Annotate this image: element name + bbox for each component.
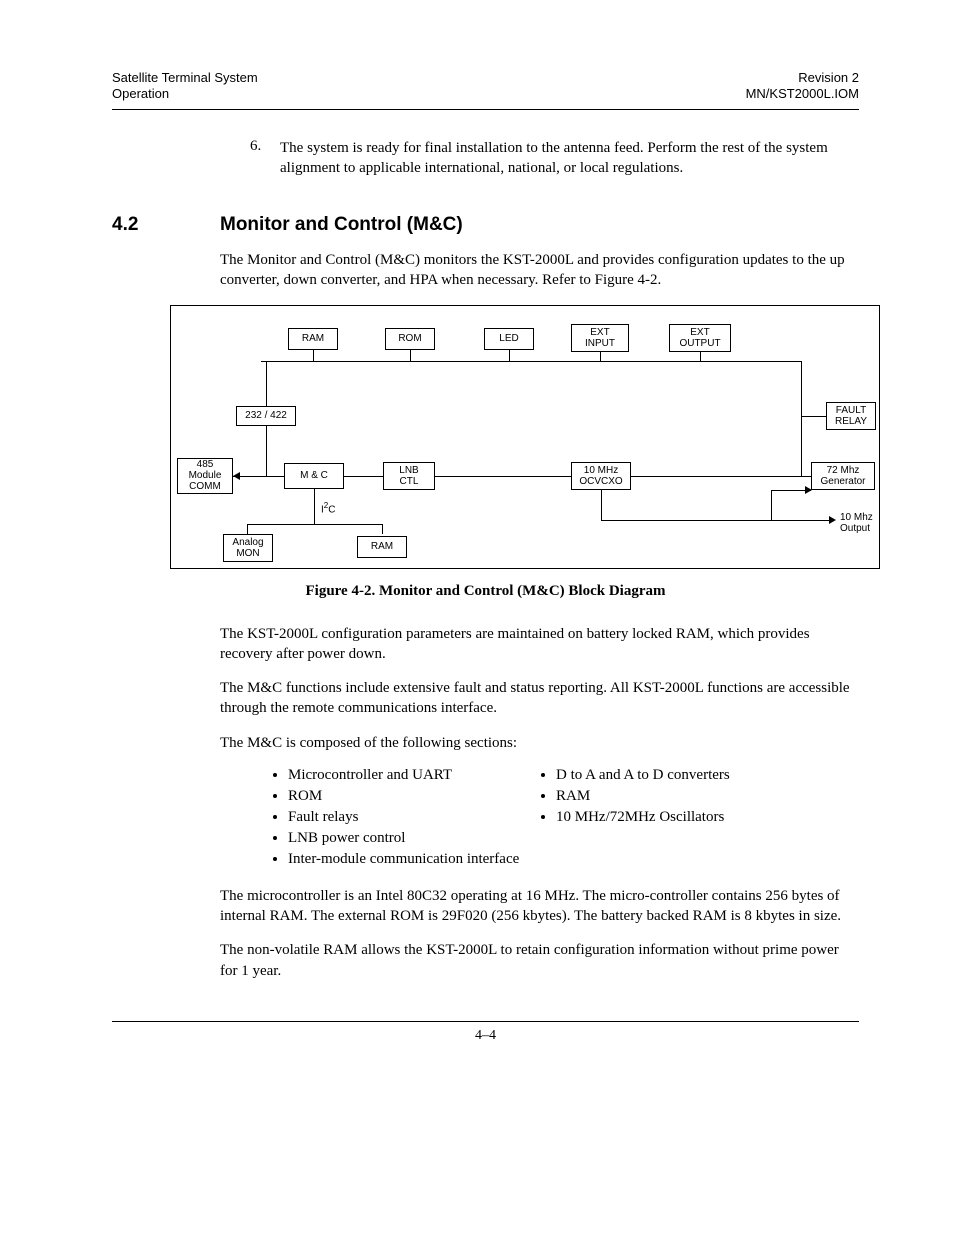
label: RAM	[371, 541, 393, 552]
block-diagram: RAM ROM LED EXT INPUT EXT OUTPUT FAULT R…	[170, 305, 880, 569]
list-item: ROM	[288, 788, 534, 805]
label-i2c: I2C	[321, 502, 335, 515]
page-header: Satellite Terminal System Operation Revi…	[112, 70, 859, 103]
label-10mhz-output: 10 Mhz Output	[840, 512, 873, 534]
box-485-module: 485 Module COMM	[177, 458, 233, 494]
footer-rule	[112, 1021, 859, 1022]
box-analog-mon: Analog MON	[223, 534, 273, 562]
bus-top	[261, 361, 801, 362]
label: LED	[499, 333, 518, 344]
connector	[314, 489, 315, 524]
box-rom: ROM	[385, 328, 435, 350]
arrow-icon	[233, 472, 240, 480]
box-lnb-ctl: LNB CTL	[383, 462, 435, 490]
connector	[801, 416, 826, 417]
paragraph: The KST-2000L configuration parameters a…	[220, 624, 859, 665]
box-ram: RAM	[288, 328, 338, 350]
list-item-number: 6.	[250, 138, 280, 179]
list-item: Inter-module communication interface	[288, 851, 534, 868]
header-left-line2: Operation	[112, 86, 258, 102]
header-right-line1: Revision 2	[746, 70, 859, 86]
label: M & C	[300, 470, 328, 481]
header-right-line2: MN/KST2000L.IOM	[746, 86, 859, 102]
bullet-list: Microcontroller and UART ROM Fault relay…	[266, 767, 534, 868]
box-ext-input: EXT INPUT	[571, 324, 629, 352]
list-item-text: The system is ready for final installati…	[280, 138, 859, 179]
bullet-columns: Microcontroller and UART ROM Fault relay…	[266, 767, 859, 872]
list-item: LNB power control	[288, 830, 534, 847]
label: 485 Module COMM	[189, 459, 222, 492]
connector	[247, 524, 248, 534]
paragraph: The M&C is composed of the following sec…	[220, 733, 859, 753]
connector	[261, 361, 266, 362]
paragraph: The M&C functions include extensive faul…	[220, 678, 859, 719]
section-title: Monitor and Control (M&C)	[220, 214, 463, 236]
connector	[601, 490, 602, 520]
label: EXT OUTPUT	[679, 327, 720, 349]
connector	[382, 524, 383, 534]
box-fault-relay: FAULT RELAY	[826, 402, 876, 430]
header-left: Satellite Terminal System Operation	[112, 70, 258, 103]
connector	[509, 350, 510, 361]
bullet-list: D to A and A to D converters RAM 10 MHz/…	[534, 767, 859, 826]
list-item-6: 6. The system is ready for final install…	[250, 138, 859, 179]
header-rule	[112, 109, 859, 110]
box-10mhz-ocvcxo: 10 MHz OCVCXO	[571, 462, 631, 490]
body-column: The Monitor and Control (M&C) monitors t…	[220, 250, 859, 291]
connector	[600, 352, 601, 361]
section-heading: 4.2 Monitor and Control (M&C)	[112, 214, 859, 236]
figure-4-2: RAM ROM LED EXT INPUT EXT OUTPUT FAULT R…	[170, 305, 878, 569]
section-number: 4.2	[112, 214, 220, 236]
list-item: Microcontroller and UART	[288, 767, 534, 784]
box-ext-output: EXT OUTPUT	[669, 324, 731, 352]
label: 72 Mhz Generator	[820, 465, 865, 487]
connector	[266, 426, 267, 476]
header-right: Revision 2 MN/KST2000L.IOM	[746, 70, 859, 103]
list-item: D to A and A to D converters	[556, 767, 859, 784]
list-item: Fault relays	[288, 809, 534, 826]
label: 10 MHz OCVCXO	[579, 465, 622, 487]
connector	[801, 476, 811, 477]
header-left-line1: Satellite Terminal System	[112, 70, 258, 86]
arrow-icon	[805, 486, 812, 494]
label: ROM	[398, 333, 421, 344]
box-ram2: RAM	[357, 536, 407, 558]
body-column: 6. The system is ready for final install…	[220, 138, 859, 179]
page: Satellite Terminal System Operation Revi…	[0, 0, 954, 1235]
bullet-col-right: D to A and A to D converters RAM 10 MHz/…	[534, 767, 859, 872]
label: RAM	[302, 333, 324, 344]
connector	[801, 361, 802, 477]
box-led: LED	[484, 328, 534, 350]
figure-caption: Figure 4-2. Monitor and Control (M&C) Bl…	[112, 583, 859, 600]
paragraph: The non-volatile RAM allows the KST-2000…	[220, 940, 859, 981]
connector	[601, 520, 831, 521]
body-column: The KST-2000L configuration parameters a…	[220, 624, 859, 981]
paragraph: The Monitor and Control (M&C) monitors t…	[220, 250, 859, 291]
connector	[700, 352, 701, 361]
box-72mhz-gen: 72 Mhz Generator	[811, 462, 875, 490]
connector	[771, 490, 772, 520]
label: Analog MON	[232, 537, 263, 559]
label: EXT INPUT	[585, 327, 615, 349]
paragraph: The microcontroller is an Intel 80C32 op…	[220, 886, 859, 927]
list-item: RAM	[556, 788, 859, 805]
page-number: 4–4	[112, 1028, 859, 1044]
bullet-col-left: Microcontroller and UART ROM Fault relay…	[266, 767, 534, 872]
bus-lower	[247, 524, 382, 525]
connector	[410, 350, 411, 361]
box-mc: M & C	[284, 463, 344, 489]
label: FAULT RELAY	[835, 405, 867, 427]
label: LNB CTL	[399, 465, 418, 487]
label: 232 / 422	[245, 410, 287, 421]
list-item: 10 MHz/72MHz Oscillators	[556, 809, 859, 826]
arrow-icon	[829, 516, 836, 524]
connector	[266, 361, 267, 406]
connector	[313, 350, 314, 361]
box-232-422: 232 / 422	[236, 406, 296, 426]
